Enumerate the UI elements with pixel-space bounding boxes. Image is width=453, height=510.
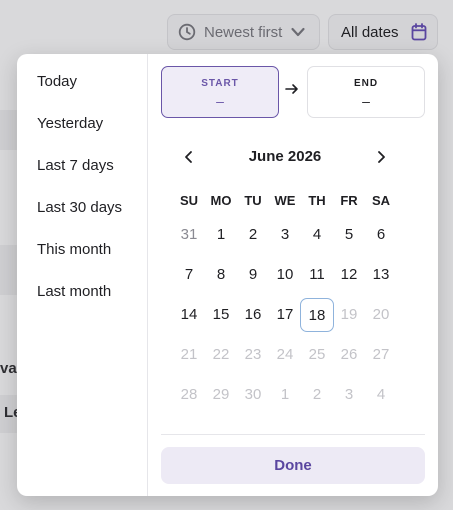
calendar-day[interactable]: 6 <box>364 218 398 252</box>
clock-icon <box>178 23 196 41</box>
calendar-day-today[interactable]: 18 <box>300 298 334 332</box>
preset-last-30-days[interactable]: Last 30 days <box>37 199 122 216</box>
weekday-header: TH <box>308 193 326 208</box>
calendar-day[interactable]: 8 <box>204 258 238 292</box>
calendar-day[interactable]: 9 <box>236 258 270 292</box>
calendar-day: 23 <box>244 346 262 363</box>
weekday-header: TU <box>244 193 262 208</box>
calendar-day: 28 <box>180 386 198 403</box>
calendar-day[interactable]: 11 <box>300 258 334 292</box>
calendar-day: 24 <box>276 346 294 363</box>
chevron-right-icon <box>378 151 385 163</box>
calendar-day[interactable]: 12 <box>332 258 366 292</box>
calendar-day: 21 <box>180 346 198 363</box>
calendar-day[interactable]: 14 <box>172 298 206 332</box>
weekday-header: MO <box>210 193 232 208</box>
calendar-day[interactable]: 10 <box>268 258 302 292</box>
calendar-day: 19 <box>340 306 358 323</box>
background-panel <box>0 110 18 150</box>
calendar-day[interactable]: 13 <box>364 258 398 292</box>
previous-month-button[interactable] <box>179 147 199 167</box>
calendar-day: 20 <box>372 306 390 323</box>
calendar-icon <box>411 23 426 41</box>
calendar-day: 26 <box>340 346 358 363</box>
preset-yesterday[interactable]: Yesterday <box>37 115 103 132</box>
calendar-day[interactable]: 17 <box>268 298 302 332</box>
calendar-day: 2 <box>312 386 322 403</box>
weekday-header: SU <box>179 193 199 208</box>
preset-list: Today Yesterday Last 7 days Last 30 days… <box>17 54 148 496</box>
preset-today[interactable]: Today <box>37 73 77 90</box>
calendar-day: 27 <box>372 346 390 363</box>
calendar-day[interactable]: 1 <box>204 218 238 252</box>
chevron-left-icon <box>185 151 192 163</box>
range-start-label: START <box>201 78 239 89</box>
next-month-button[interactable] <box>371 147 391 167</box>
calendar-day: 3 <box>344 386 354 403</box>
calendar-day: 29 <box>212 386 230 403</box>
range-start-field[interactable]: START – <box>161 66 279 118</box>
sort-label: Newest first <box>204 23 283 41</box>
calendar-day: 22 <box>212 346 230 363</box>
calendar-day: 30 <box>244 386 262 403</box>
preset-this-month[interactable]: This month <box>37 241 111 258</box>
range-start-value: – <box>216 93 224 109</box>
weekday-header: WE <box>274 193 296 208</box>
sort-dropdown[interactable]: Newest first <box>167 14 320 50</box>
arrow-right-icon <box>285 84 298 94</box>
calendar-day: 25 <box>308 346 326 363</box>
calendar-day[interactable]: 16 <box>236 298 270 332</box>
range-end-label: END <box>353 78 379 89</box>
calendar-day: 4 <box>376 386 386 403</box>
calendar-day[interactable]: 4 <box>300 218 334 252</box>
background-text: va <box>0 360 17 377</box>
done-button[interactable]: Done <box>161 447 425 484</box>
weekday-header: FR <box>340 193 358 208</box>
preset-last-7-days[interactable]: Last 7 days <box>37 157 114 174</box>
calendar-day[interactable]: 7 <box>172 258 206 292</box>
calendar-day[interactable]: 5 <box>332 218 366 252</box>
weekday-header: SA <box>371 193 391 208</box>
calendar-day[interactable]: 31 <box>172 218 206 252</box>
calendar-day[interactable]: 2 <box>236 218 270 252</box>
range-end-field[interactable]: END – <box>307 66 425 118</box>
calendar-day[interactable]: 15 <box>204 298 238 332</box>
date-range-popover: Today Yesterday Last 7 days Last 30 days… <box>17 54 438 496</box>
chevron-down-icon <box>291 27 305 37</box>
date-filter-button[interactable]: All dates <box>328 14 438 50</box>
month-title: June 2026 <box>248 148 322 165</box>
range-end-value: – <box>362 93 370 109</box>
calendar-day: 1 <box>280 386 290 403</box>
background-panel <box>0 245 18 295</box>
date-filter-label: All dates <box>341 23 399 41</box>
preset-last-month[interactable]: Last month <box>37 283 111 300</box>
calendar-day[interactable]: 3 <box>268 218 302 252</box>
divider <box>161 434 425 435</box>
